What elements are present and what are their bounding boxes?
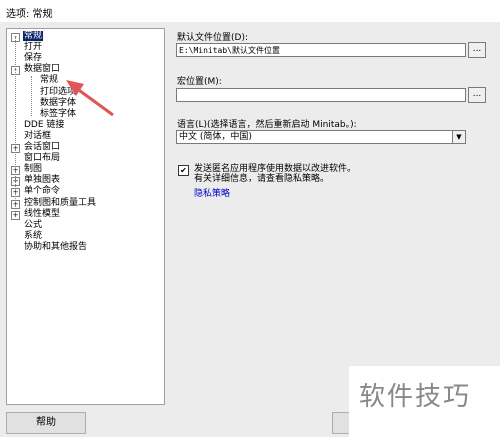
annotation-arrow [66, 80, 114, 117]
arrow-shaft [75, 86, 114, 117]
